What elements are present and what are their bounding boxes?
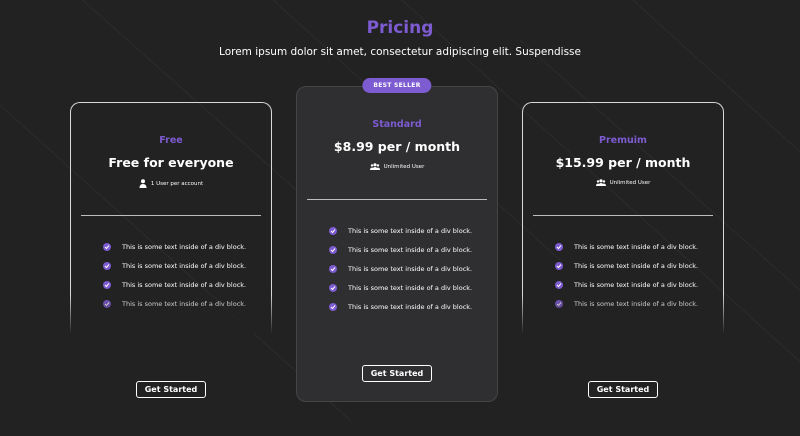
feature-item: This is some text inside of a div block. xyxy=(103,294,246,313)
users-icon xyxy=(595,179,606,186)
feature-list: This is some text inside of a div block.… xyxy=(103,237,246,313)
check-icon xyxy=(555,280,563,289)
check-icon xyxy=(555,299,563,308)
page-title: Pricing xyxy=(366,18,434,38)
check-icon xyxy=(329,226,337,235)
plan-meta: 1 User per account xyxy=(71,179,271,188)
plan-meta-label: 1 User per account xyxy=(150,180,204,187)
plan-meta-label: Unlimited User xyxy=(609,179,651,186)
feature-item: This is some text inside of a div block. xyxy=(555,237,698,256)
plan-card-free: Free Free for everyone 1 User per accoun… xyxy=(70,102,272,334)
get-started-button-standard[interactable]: Get Started xyxy=(362,365,432,382)
check-icon xyxy=(103,242,111,251)
feature-item: This is some text inside of a div block. xyxy=(555,275,698,294)
feature-list: This is some text inside of a div block.… xyxy=(555,237,698,313)
plan-name: Standard xyxy=(372,119,422,130)
feature-item: This is some text inside of a div block. xyxy=(103,237,246,256)
plan-meta: Unlimited User xyxy=(297,163,497,170)
plan-meta: Unlimited User xyxy=(523,179,723,186)
plan-name: Free xyxy=(159,135,183,146)
plan-price: $8.99 per / month xyxy=(333,139,461,154)
feature-item: This is some text inside of a div block. xyxy=(329,221,472,240)
users-icon xyxy=(369,163,380,170)
get-started-button-free[interactable]: Get Started xyxy=(136,381,206,398)
divider xyxy=(533,215,713,216)
feature-item: This is some text inside of a div block. xyxy=(103,275,246,294)
divider xyxy=(307,199,487,200)
feature-item: This is some text inside of a div block. xyxy=(555,256,698,275)
plan-price: $15.99 per / month xyxy=(555,155,691,170)
feature-list: This is some text inside of a div block.… xyxy=(329,221,472,316)
check-icon xyxy=(103,299,111,308)
plan-price: Free for everyone xyxy=(108,155,234,170)
check-icon xyxy=(329,302,337,311)
user-icon xyxy=(139,179,147,188)
page-subtitle: Lorem ipsum dolor sit amet, consectetur … xyxy=(219,46,581,58)
feature-item: This is some text inside of a div block. xyxy=(329,278,472,297)
plan-card-premium: Premuim $15.99 per / month Unlimited Use… xyxy=(522,102,724,334)
plan-meta-label: Unlimited User xyxy=(383,163,425,170)
feature-item: This is some text inside of a div block. xyxy=(329,240,472,259)
best-seller-badge: BEST SELLER xyxy=(362,78,432,93)
check-icon xyxy=(103,261,111,270)
check-icon xyxy=(329,245,337,254)
plan-name: Premuim xyxy=(599,135,647,146)
feature-item: This is some text inside of a div block. xyxy=(103,256,246,275)
plan-card-standard: BEST SELLER Standard $8.99 per / month U… xyxy=(296,78,498,402)
check-icon xyxy=(555,242,563,251)
check-icon xyxy=(555,261,563,270)
feature-item: This is some text inside of a div block. xyxy=(555,294,698,313)
check-icon xyxy=(329,283,337,292)
feature-item: This is some text inside of a div block. xyxy=(329,259,472,278)
divider xyxy=(81,215,261,216)
check-icon xyxy=(329,264,337,273)
check-icon xyxy=(103,280,111,289)
get-started-button-premium[interactable]: Get Started xyxy=(588,381,658,398)
feature-item: This is some text inside of a div block. xyxy=(329,297,472,316)
